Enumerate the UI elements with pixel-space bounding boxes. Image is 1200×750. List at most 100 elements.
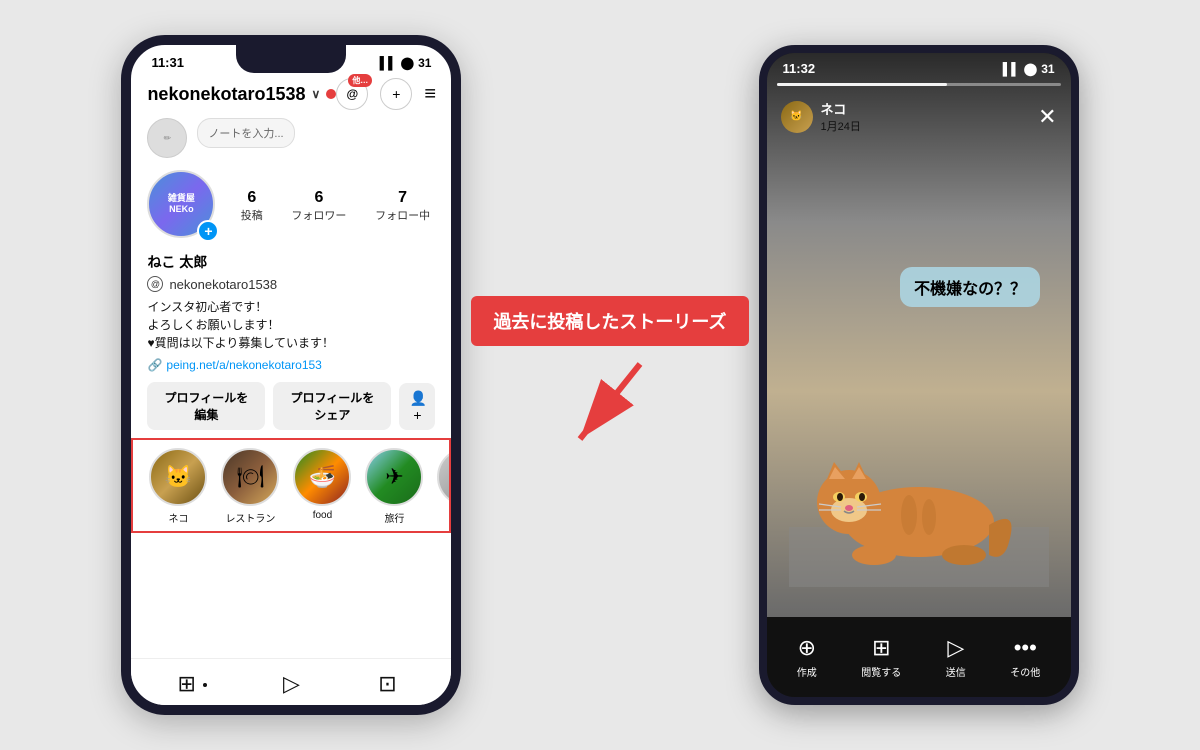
story-progress-fill [777,83,947,86]
highlight-label-food: food [313,510,332,521]
send-icon: ▷ [947,635,964,661]
more-icon: ••• [1014,635,1037,661]
display-name: ねこ 太郎 [131,250,451,274]
story-status-bar: 11:32 ▌▌ ⬤ 31 [767,53,1071,80]
note-area: ✏ ノートを入力... [147,118,435,158]
profile-link[interactable]: 🔗 peing.net/a/nekonekotaro153 [131,356,451,374]
story-battery-icon: 31 [1041,62,1054,76]
following-stat[interactable]: 7 フォロー中 [375,189,430,223]
cat-illustration [789,407,1049,587]
profile-stats: 6 投稿 6 フォロワー 7 フォロー中 [235,189,435,223]
story-user-info: ネコ 1月24日 [821,99,861,134]
highlight-food[interactable]: 🍜 food [293,448,351,525]
annotation-section: 過去に投稿したストーリーズ [471,296,748,454]
status-icons-left: ▌▌ ⬤ 31 [380,56,432,70]
bio: インスタ初心者です！ よろしくお願いします！ ♥質問は以下より募集しています！ [131,294,451,356]
browse-label: 閲覧する [861,664,901,679]
highlight-neko[interactable]: 🐱 ネコ [149,448,207,525]
battery-icon: 31 [418,56,431,70]
story-time: 11:32 [783,61,816,76]
story-user-row: 🐱 ネコ 1月24日 [781,99,861,134]
browse-icon: ⊞ [872,635,890,661]
avatar-plus-button[interactable]: + [197,220,219,242]
menu-icon[interactable]: ≡ [424,83,436,106]
nav-grid-icon[interactable]: ⊞ [177,671,213,697]
story-bottom-nav: ⊕ 作成 ⊞ 閲覧する ▷ 送信 ••• その他 [767,617,1071,697]
highlight-circle-food: 🍜 [293,448,351,506]
chevron-down-icon: ∨ [312,87,321,101]
ig-header-icons: @ 他… + ≡ [336,78,436,110]
threads-button[interactable]: @ 他… [336,78,368,110]
bottom-nav: ⊞ ▷ ⊡ [131,658,451,705]
nav-tagged-icon[interactable]: ⊡ [369,671,405,697]
note-bubble[interactable]: ノートを入力... [197,118,294,148]
activity-dot [326,89,336,99]
avatar-text: 雑貨屋NEKo [168,193,195,215]
story-nav-send[interactable]: ▷ 送信 [946,635,966,679]
posts-stat[interactable]: 6 投稿 [241,189,263,223]
threads-handle-text: nekonekotaro1538 [169,277,277,292]
ig-username-text: nekonekotaro1538 [147,84,305,105]
story-nav-create[interactable]: ⊕ 作成 [797,635,817,679]
story-username: ネコ [821,99,861,118]
story-wifi-icon: ⬤ [1024,62,1037,76]
posts-count: 6 [247,189,256,207]
main-layout: 11:31 ▌▌ ⬤ 31 nekonekotaro1538 ∨ @ 他… + [121,35,1078,715]
time-left: 11:31 [151,55,184,70]
link-text: peing.net/a/nekonekotaro153 [166,358,321,372]
story-nav-more[interactable]: ••• その他 [1010,635,1040,679]
annotation-label: 過去に投稿したストーリーズ [471,296,748,346]
story-close-button[interactable]: ✕ [1038,104,1056,130]
left-phone: 11:31 ▌▌ ⬤ 31 nekonekotaro1538 ∨ @ 他… + [121,35,461,715]
ig-header: nekonekotaro1538 ∨ @ 他… + ≡ [131,74,451,118]
story-signal-icon: ▌▌ [1003,62,1020,76]
threads-row[interactable]: @ nekonekotaro1538 [131,274,451,294]
create-label: 作成 [797,664,817,679]
signal-icon: ▌▌ [380,56,397,70]
followers-label: フォロワー [291,207,346,223]
highlight-label-neko: ネコ [169,510,189,525]
plus-icon: + [392,86,400,102]
highlight-circle-restaurant: 🍽 [221,448,279,506]
highlight-travel[interactable]: ✈ 旅行 [365,448,423,525]
highlight-label-travel: 旅行 [384,510,404,525]
right-phone: 11:32 ▌▌ ⬤ 31 🐱 ネコ 1月24日 ✕ [759,45,1079,705]
phone-notch [236,45,346,73]
add-post-button[interactable]: + [380,78,412,110]
highlight-circle-neko: 🐱 [149,448,207,506]
ig-username-row[interactable]: nekonekotaro1538 ∨ [147,84,336,105]
wifi-icon: ⬤ [401,56,414,70]
highlight-more[interactable]: 📷 大… [437,448,451,525]
story-status-icons: ▌▌ ⬤ 31 [1003,62,1055,76]
story-avatar: 🐱 [781,101,813,133]
send-label: 送信 [946,664,966,679]
nav-reels-icon[interactable]: ▷ [273,671,309,697]
threads-handle-icon: @ [147,276,163,292]
bio-line-3: ♥質問は以下より募集しています！ [147,334,435,352]
highlight-circle-more: 📷 [437,448,451,506]
bio-line-2: よろしくお願いします！ [147,316,435,334]
link-icon: 🔗 [147,358,162,372]
add-friend-button[interactable]: 👤+ [399,383,435,430]
bio-line-1: インスタ初心者です！ [147,298,435,316]
following-label: フォロー中 [375,207,430,223]
profile-row: 雑貨屋NEKo + 6 投稿 6 フォロワー 7 フォロー中 [131,166,451,250]
edit-profile-button[interactable]: プロフィールを編集 [147,382,265,430]
note-avatar: ✏ [147,118,187,158]
highlight-restaurant[interactable]: 🍽 レストラン [221,448,279,525]
highlight-circle-travel: ✈ [365,448,423,506]
following-count: 7 [398,189,407,207]
profile-buttons: プロフィールを編集 プロフィールをシェア 👤+ [131,374,451,438]
arrow-area [570,354,650,454]
story-sticker: 不機嫌なの？？ [900,267,1040,307]
followers-stat[interactable]: 6 フォロワー [291,189,346,223]
story-nav-browse[interactable]: ⊞ 閲覧する [861,635,901,679]
more-label: その他 [1010,664,1040,679]
story-date: 1月24日 [821,118,861,134]
followers-count: 6 [314,189,323,207]
create-icon: ⊕ [798,635,816,661]
story-header: 🐱 ネコ 1月24日 ✕ [767,91,1071,142]
posts-label: 投稿 [241,207,263,223]
story-highlights: 🐱 ネコ 🍽 レストラン 🍜 food ✈ 旅行 📷 大… [131,438,451,533]
share-profile-button[interactable]: プロフィールをシェア [273,382,391,430]
